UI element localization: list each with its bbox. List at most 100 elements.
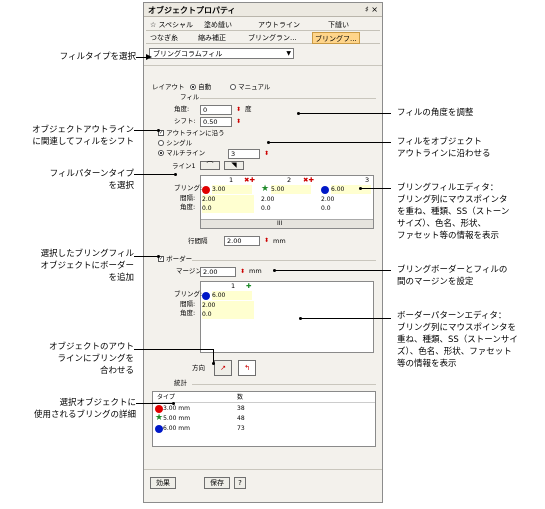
ann-stats-2: 使用されるブリングの詳細: [33, 410, 136, 420]
stats-count-3: 73: [237, 425, 245, 432]
ann-shift-2: に関連してフィルをシフト: [32, 137, 134, 147]
panel-controls[interactable]: ♯ ×: [365, 5, 378, 14]
row-spacing-spinner[interactable]: ⬍: [263, 236, 270, 246]
ann-editor1-4: サイズ）、色名、形状、: [397, 219, 486, 229]
tab-bling-run[interactable]: ブリングラン...: [246, 32, 299, 44]
ann-border-1: 選択したブリングフィル: [40, 249, 134, 259]
angle-input[interactable]: 0: [200, 105, 232, 115]
table-row: 6.00 mm: [155, 424, 190, 433]
multiline-spinner[interactable]: ⬍: [263, 149, 270, 159]
ann-editor2-5: 等の情報を表示: [397, 359, 457, 369]
tab-bling-fill[interactable]: ブリングフ...: [312, 32, 360, 44]
multiline-radio[interactable]: マルチライン: [158, 149, 205, 158]
ann-editor1-1: ブリングフィルエディタ：: [397, 183, 499, 193]
margin-input[interactable]: 2.00: [200, 267, 236, 277]
pattern-btn-2[interactable]: ◥: [224, 161, 244, 170]
panel-title: オブジェクトプロパティ: [148, 6, 236, 15]
tab-connector[interactable]: つなぎ糸: [148, 32, 180, 44]
effect-button[interactable]: 効果: [150, 477, 176, 489]
angle-spinner[interactable]: ⬍: [235, 105, 242, 115]
ann-editor2-1: ボーダーパターンエディタ：: [397, 311, 507, 321]
ann-editor2-2: ブリング列にマウスポインタを: [397, 323, 517, 333]
ann-follow-2: アウトラインに沿わせる: [397, 149, 491, 159]
tabs-row-2: つなぎ糸 縮み補正 ブリングラン... ブリングフ...: [146, 32, 380, 44]
fill-type-value: ブリングコラムフィル: [153, 50, 223, 58]
pattern-btn-1[interactable]: ⌒: [200, 161, 220, 170]
tab-outline[interactable]: アウトライン: [256, 19, 302, 31]
follow-outline-checkbox[interactable]: ✓ アウトラインに沿う: [158, 129, 225, 138]
ann-margin-2: 間のマージンを設定: [397, 277, 474, 287]
add-col-icon[interactable]: ✚: [246, 282, 251, 291]
bling-size-3[interactable]: 6.00: [331, 185, 371, 194]
angle-2[interactable]: 0.0: [261, 204, 271, 213]
border-pattern-editor[interactable]: 1 ✚ 6.00 2.00 0.0: [200, 281, 374, 353]
angle-1[interactable]: 0.0: [202, 204, 254, 213]
direction-counter-button[interactable]: ↰: [238, 360, 256, 376]
border-bling-blue-icon: [202, 291, 210, 300]
margin-spinner[interactable]: ⬍: [239, 267, 246, 277]
spacing-2[interactable]: 2.00: [261, 195, 274, 204]
panel-titlebar: オブジェクトプロパティ ♯ ×: [144, 3, 382, 17]
editor2-row-spacing: 間隔:: [180, 300, 196, 308]
row-spacing-label: 行間隔: [188, 237, 208, 245]
bling-blue-icon: [321, 185, 329, 194]
fill-group-label: フィル: [180, 93, 200, 101]
editor1-row-spacing: 間隔:: [180, 194, 196, 202]
help-button[interactable]: ?: [234, 477, 246, 489]
spacing-1[interactable]: 2.00: [202, 195, 254, 204]
editor1-row-angle: 角度:: [180, 203, 196, 211]
row-spacing-unit: mm: [273, 237, 286, 245]
col-num-1: 1: [229, 176, 234, 184]
stats-group-label: 統計: [174, 379, 187, 387]
stats-header-count: 数: [237, 394, 244, 401]
ann-margin-1: ブリングボーダーとフィルの: [397, 265, 508, 275]
ann-direction-2: ラインにブリングを: [57, 354, 134, 364]
delete-col-icon[interactable]: ✖✚: [244, 176, 255, 185]
direction-clockwise-button[interactable]: ↗: [214, 360, 232, 376]
col-num-2: 2: [287, 176, 292, 184]
tab-pull-comp[interactable]: 縮み補正: [196, 32, 228, 44]
border-checkbox[interactable]: ✓ ボーダー: [158, 255, 192, 264]
ann-editor1-5: ファセット等の情報を表示: [397, 231, 500, 241]
multiline-input[interactable]: 3: [228, 149, 260, 159]
ann-shift-1: オブジェクトアウトライン: [31, 125, 134, 135]
border-angle[interactable]: 0.0: [202, 310, 254, 319]
shift-label: シフト:: [174, 117, 196, 125]
tab-underlay[interactable]: 下縫い: [326, 19, 351, 31]
layout-auto-radio[interactable]: 自動: [190, 83, 211, 92]
border-bling-size[interactable]: 6.00: [212, 291, 252, 300]
stats-header-type: タイプ: [157, 394, 176, 401]
stats-table: タイプ 数 3.00 mm 38 ★5.00 mm 48 6.00 mm 73: [152, 391, 376, 447]
delete-col-icon[interactable]: ✖✚: [303, 176, 314, 185]
line-group-label: ライン1: [172, 162, 196, 170]
layout-label: レイアウト: [152, 83, 185, 91]
shift-spinner[interactable]: ⬍: [235, 117, 242, 127]
ann-editor1-2: ブリング列にマウスポインタ: [397, 195, 508, 205]
layout-manual-radio[interactable]: マニュアル: [230, 83, 270, 92]
ann-direction-3: 合わせる: [99, 366, 134, 376]
editor1-row-bling: ブリング:: [174, 184, 203, 192]
single-radio[interactable]: シングル: [158, 139, 192, 148]
object-properties-panel: オブジェクトプロパティ ♯ × ☆ スペシャル 塗め縫い アウトライン 下縫い …: [143, 2, 383, 503]
tab-special[interactable]: ☆ スペシャル: [148, 19, 195, 31]
border-col-num: 1: [231, 282, 236, 290]
bling-fill-editor[interactable]: 1 ✖✚ 2 ✖✚ 3 3.00 ★ 5.00 6.00 2.00 2.00 2…: [200, 175, 374, 229]
shift-input[interactable]: 0.50: [200, 117, 232, 127]
editor-scrollbar[interactable]: III: [201, 219, 373, 228]
angle-unit: 度: [245, 105, 252, 113]
ann-editor1-3: を重ね、種類、SS（ストーン: [397, 207, 510, 217]
angle-3[interactable]: 0.0: [321, 204, 331, 213]
spacing-3[interactable]: 2.00: [321, 195, 334, 204]
bling-size-2[interactable]: 5.00: [271, 185, 311, 194]
ann-angle: フィルの角度を調整: [397, 108, 474, 118]
ann-border-3: を追加: [108, 273, 134, 283]
row-spacing-input[interactable]: 2.00: [224, 236, 260, 246]
tab-fill-stitch[interactable]: 塗め縫い: [202, 19, 234, 31]
save-button[interactable]: 保存: [204, 477, 230, 489]
ann-fill-type: フィルタイプを選択: [59, 52, 136, 62]
bling-size-1[interactable]: 3.00: [212, 185, 252, 194]
fill-type-select[interactable]: ブリングコラムフィル ▼: [149, 48, 294, 59]
border-spacing[interactable]: 2.00: [202, 301, 254, 310]
ann-pattern-1: フィルパターンタイプ: [49, 169, 134, 179]
stats-count-1: 38: [237, 405, 245, 412]
